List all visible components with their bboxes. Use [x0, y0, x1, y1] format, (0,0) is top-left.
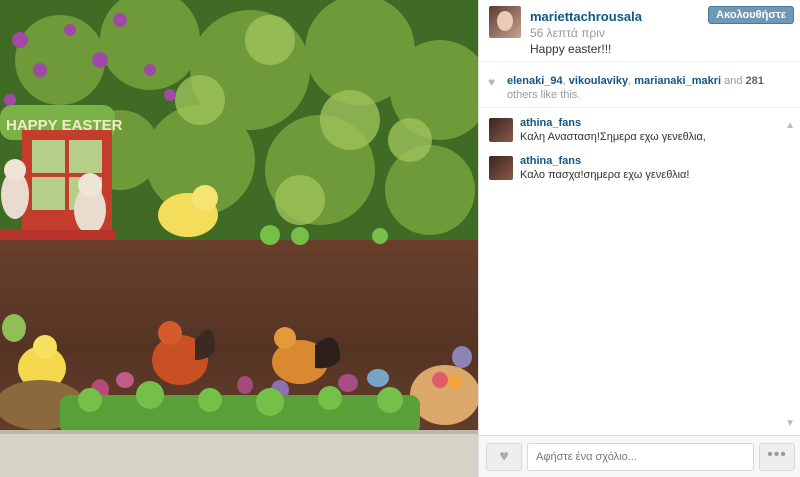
- heart-icon: ♥: [488, 75, 496, 89]
- author-username[interactable]: mariettachrousala: [530, 9, 642, 24]
- comment-item: athina_fans Καλο πασχα!σημερα εχω γενεθλ…: [479, 146, 800, 184]
- likes-summary: ♥ elenaki_94, vikoulaviky, marianaki_mak…: [479, 62, 800, 108]
- comment-input[interactable]: [527, 443, 754, 471]
- others-count[interactable]: 281: [746, 75, 764, 87]
- commenter-avatar[interactable]: [489, 118, 513, 142]
- follow-button[interactable]: Ακολουθήστε: [708, 6, 794, 24]
- comment-text: Καλη Ανασταση!Σημερα εχω γενεθλια,: [520, 131, 706, 143]
- comment-text: Καλο πασχα!σημερα εχω γενεθλια!: [520, 169, 690, 181]
- easter-photo-image: HAPPY EASTER: [0, 0, 478, 477]
- like-button[interactable]: ♥: [486, 443, 522, 471]
- commenter-avatar[interactable]: [489, 156, 513, 180]
- scroll-up-arrow-icon[interactable]: ▲: [785, 120, 795, 131]
- post-caption: Happy easter!!!: [530, 42, 612, 56]
- likes-and-text: and: [721, 75, 746, 87]
- post-photo[interactable]: HAPPY EASTER: [0, 0, 478, 477]
- post-header: mariettachrousala 56 λεπτά πριν Happy ea…: [479, 0, 800, 62]
- commenter-username[interactable]: athina_fans: [520, 155, 581, 167]
- post-timestamp[interactable]: 56 λεπτά πριν: [530, 26, 605, 40]
- liker-link[interactable]: marianaki_makri: [634, 75, 721, 87]
- more-options-button[interactable]: •••: [759, 443, 795, 471]
- commenter-username[interactable]: athina_fans: [520, 117, 581, 129]
- liker-link[interactable]: elenaki_94: [507, 75, 563, 87]
- scroll-down-arrow-icon[interactable]: ▼: [785, 418, 795, 429]
- heart-icon: ♥: [499, 448, 509, 465]
- author-avatar[interactable]: [489, 6, 521, 38]
- comment-item: athina_fans Καλη Ανασταση!Σημερα εχω γεν…: [479, 108, 800, 146]
- comment-footer: ♥ •••: [479, 435, 800, 477]
- comments-list[interactable]: athina_fans Καλη Ανασταση!Σημερα εχω γεν…: [479, 108, 800, 435]
- others-text: others like this.: [507, 89, 581, 101]
- liker-link[interactable]: vikoulaviky: [569, 75, 628, 87]
- post-details-panel: mariettachrousala 56 λεπτά πριν Happy ea…: [478, 0, 800, 477]
